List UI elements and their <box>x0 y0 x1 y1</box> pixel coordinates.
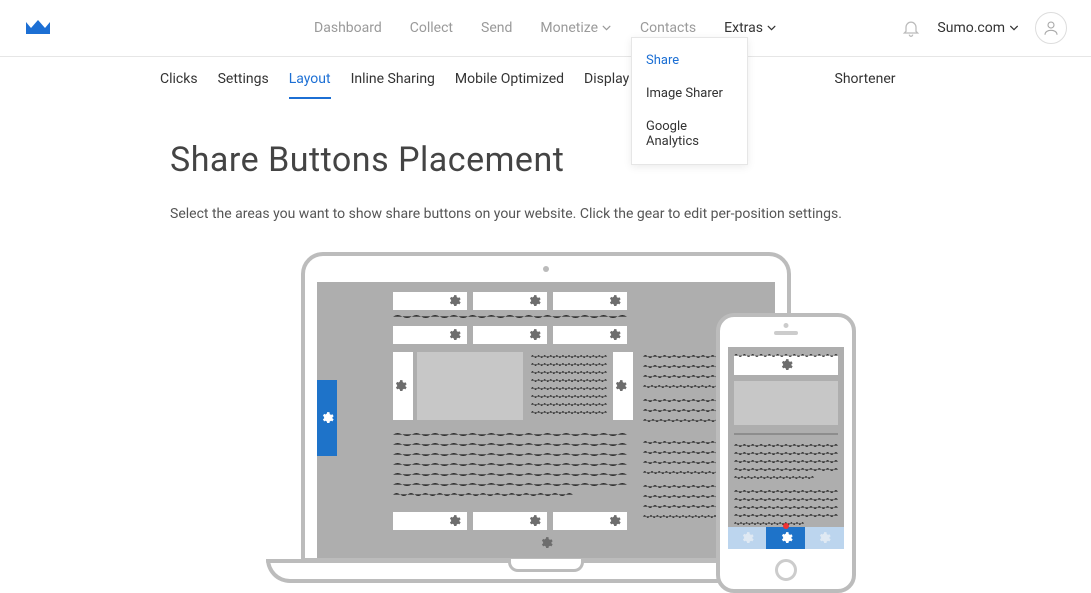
gear-icon <box>607 294 621 308</box>
user-icon <box>1042 19 1060 37</box>
gear-icon <box>393 379 407 393</box>
gear-icon <box>527 328 541 342</box>
gear-icon <box>779 358 793 372</box>
desktop-zone-upper-left[interactable] <box>393 326 467 344</box>
nav-monetize[interactable]: Monetize <box>540 20 612 36</box>
gear-icon <box>447 514 461 528</box>
subtab-inline-sharing[interactable]: Inline Sharing <box>351 71 435 99</box>
gear-icon <box>320 411 334 425</box>
subtab-mobile-optimized[interactable]: Mobile Optimized <box>455 71 564 99</box>
desktop-zone-bottom-right[interactable] <box>553 512 627 530</box>
chevron-down-icon <box>1009 23 1019 33</box>
gear-icon <box>607 328 621 342</box>
gear-icon <box>740 531 754 545</box>
mobile-zone-top[interactable] <box>734 355 838 375</box>
gear-icon <box>607 514 621 528</box>
page-title: Share Buttons Placement <box>170 140 921 180</box>
desktop-zone-top-right[interactable] <box>553 292 627 310</box>
chevron-down-icon <box>602 23 612 33</box>
mobile-zone-bottom-center[interactable] <box>766 527 805 549</box>
gear-icon <box>527 294 541 308</box>
subtab-clicks[interactable]: Clicks <box>160 71 198 99</box>
chevron-down-icon <box>767 23 777 33</box>
gear-icon <box>527 514 541 528</box>
gear-icon <box>447 328 461 342</box>
gear-icon <box>779 531 793 545</box>
desktop-zone-left-rail[interactable] <box>317 380 337 456</box>
site-switcher[interactable]: Sumo.com <box>937 20 1019 36</box>
mobile-image-placeholder <box>734 381 838 425</box>
main-nav: Dashboard Collect Send Monetize Contacts… <box>314 20 777 36</box>
nav-contacts[interactable]: Contacts <box>640 20 696 36</box>
gear-icon <box>817 531 831 545</box>
desktop-zone-bottom-left[interactable] <box>393 512 467 530</box>
subtab-settings[interactable]: Settings <box>218 71 269 99</box>
desktop-image-placeholder <box>417 352 523 420</box>
nav-send[interactable]: Send <box>481 20 512 36</box>
subtab-layout[interactable]: Layout <box>289 71 331 99</box>
gear-icon <box>539 536 553 550</box>
extras-dropdown: Share Image Sharer Google Analytics <box>631 37 748 165</box>
desktop-zone-top-left[interactable] <box>393 292 467 310</box>
top-nav: Dashboard Collect Send Monetize Contacts… <box>0 0 1091 57</box>
nav-collect[interactable]: Collect <box>410 20 453 36</box>
desktop-zone-top-center[interactable] <box>473 292 547 310</box>
notifications-bell-icon[interactable] <box>901 18 921 38</box>
desktop-zone-bottom-center[interactable] <box>473 512 547 530</box>
placement-diagram <box>170 252 921 583</box>
extras-item-image-sharer[interactable]: Image Sharer <box>632 77 747 110</box>
desktop-zone-article-right[interactable] <box>613 352 633 420</box>
phone-home-button-icon <box>775 559 797 581</box>
desktop-preview <box>266 252 826 583</box>
desktop-zone-article-left[interactable] <box>393 352 413 420</box>
mobile-preview <box>716 313 856 593</box>
gear-icon <box>613 379 627 393</box>
gear-icon <box>447 294 461 308</box>
page-content: Share Buttons Placement Select the areas… <box>0 100 1091 583</box>
desktop-zone-footer[interactable] <box>526 534 566 552</box>
mobile-zone-bottom-left[interactable] <box>728 527 767 549</box>
sub-tabs: Clicks Settings Layout Inline Sharing Mo… <box>0 57 1091 100</box>
subtab-shortener[interactable]: Shortener <box>835 71 896 99</box>
desktop-zone-upper-center[interactable] <box>473 326 547 344</box>
extras-item-google-analytics[interactable]: Google Analytics <box>632 110 747 158</box>
nav-dashboard[interactable]: Dashboard <box>314 20 382 36</box>
nav-extras[interactable]: Extras <box>724 20 777 36</box>
user-avatar[interactable] <box>1035 12 1067 44</box>
extras-item-share[interactable]: Share <box>632 44 747 77</box>
page-description: Select the areas you want to show share … <box>170 206 921 222</box>
desktop-zone-upper-right[interactable] <box>553 326 627 344</box>
crown-logo-icon <box>24 18 52 38</box>
mobile-zone-bottom-right[interactable] <box>805 527 844 549</box>
